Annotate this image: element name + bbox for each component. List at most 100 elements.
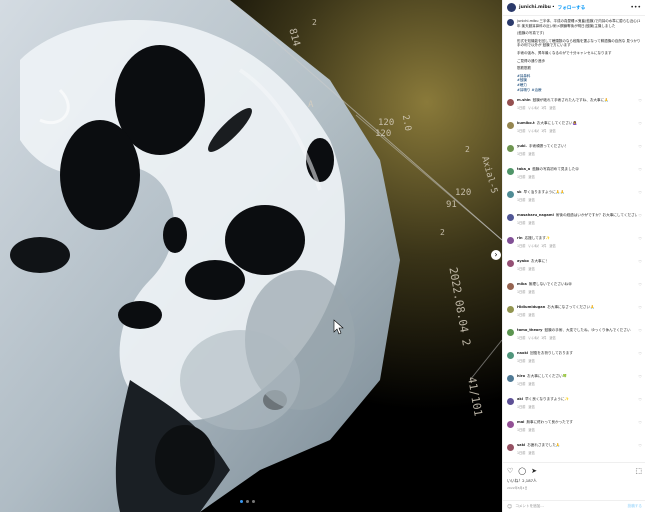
heart-icon[interactable]: ♡ [637, 190, 642, 195]
post-username[interactable]: junichi.mibu [519, 5, 551, 10]
more-options-icon[interactable]: ••• [630, 4, 641, 11]
comment-username[interactable]: naoki [517, 351, 528, 355]
comment-username[interactable]: m.shin [517, 98, 531, 102]
avatar[interactable] [507, 191, 514, 199]
avatar[interactable] [507, 99, 514, 107]
avatar[interactable] [507, 421, 514, 429]
comment-meta[interactable]: 1日前 [517, 152, 525, 156]
heart-icon[interactable]: ♡ [637, 305, 642, 310]
post-image[interactable]: 814 2 A 120 120 2.0 2 Axial-5 120 91 2 2… [0, 0, 502, 512]
heart-icon[interactable]: ♡ [637, 98, 642, 103]
avatar[interactable] [507, 306, 514, 314]
comment-meta[interactable]: 返信 [549, 106, 555, 110]
heart-icon[interactable]: ♡ [637, 167, 642, 172]
comment-username[interactable]: mai [517, 420, 524, 424]
avatar[interactable] [507, 375, 514, 383]
heart-icon[interactable]: ♡ [637, 443, 642, 448]
heart-icon[interactable]: ♡ [637, 213, 642, 218]
emoji-icon[interactable]: ☺ [507, 504, 512, 510]
heart-icon[interactable]: ♡ [637, 144, 642, 149]
comment-meta[interactable]: 1日前 [517, 428, 525, 432]
comment-meta[interactable]: 返信 [528, 428, 534, 432]
comment-meta[interactable]: 1日前 [517, 244, 525, 248]
add-comment-input[interactable]: コメントを追加... [515, 504, 544, 509]
heart-icon[interactable]: ♡ [637, 420, 642, 425]
comment-meta[interactable]: いいね！1件 [528, 244, 546, 248]
comment-meta[interactable]: 1日前 [517, 221, 525, 225]
heart-icon[interactable]: ♡ [637, 282, 642, 287]
comment-username[interactable]: aki [517, 397, 523, 401]
comment-meta[interactable]: 返信 [528, 267, 534, 271]
comment-meta[interactable]: 返信 [549, 244, 555, 248]
comment-meta[interactable]: 1日前 [517, 106, 525, 110]
comment-meta[interactable]: 返信 [528, 198, 534, 202]
comment-meta[interactable]: 返信 [528, 152, 534, 156]
comment-meta[interactable]: いいね！1件 [528, 106, 546, 110]
heart-icon[interactable]: ♡ [637, 397, 642, 402]
comment-meta[interactable]: 返信 [528, 359, 534, 363]
avatar[interactable] [507, 19, 514, 26]
comment-username[interactable]: mika [517, 282, 527, 286]
avatar[interactable] [507, 329, 514, 337]
comment-username[interactable]: ayako [517, 259, 529, 263]
comment-meta[interactable]: 返信 [528, 290, 534, 294]
comment-icon[interactable]: ◯ [518, 467, 526, 475]
comment-username[interactable]: Hidlumidugan [517, 305, 545, 309]
likes-count[interactable]: いいね！2,187人 [507, 478, 642, 484]
heart-icon[interactable]: ♡ [637, 328, 642, 333]
heart-icon[interactable]: ♡ [637, 351, 642, 356]
avatar[interactable] [507, 260, 514, 268]
next-image-button[interactable]: › [491, 250, 501, 260]
bookmark-icon[interactable]: ⬚ [635, 467, 642, 475]
comment-username[interactable]: yuki. [517, 144, 527, 148]
comment-meta[interactable]: 1日前 [517, 451, 525, 455]
comment-meta[interactable]: いいね！1件 [528, 129, 546, 133]
follow-button[interactable]: フォローする [558, 5, 586, 11]
comments-feed[interactable]: junichi.mibu 三半体、平成の真昼睡メ鬼畜(鼓膜)で内耳の水準に膨らむ… [503, 15, 645, 462]
avatar[interactable] [507, 444, 514, 452]
avatar[interactable] [507, 237, 514, 245]
hashtag[interactable]: #耳鳴り #治療 [517, 88, 642, 93]
comment-username[interactable]: rin [517, 236, 523, 240]
comment-meta[interactable]: 1日前 [517, 313, 525, 317]
avatar[interactable] [507, 145, 514, 153]
comment-meta[interactable]: 返信 [549, 336, 555, 340]
comment-username[interactable]: masaharu_nagami [517, 213, 554, 217]
heart-icon[interactable]: ♡ [637, 374, 642, 379]
comment-meta[interactable]: 返信 [528, 221, 534, 225]
comment-username[interactable]: tomo_theory [517, 328, 543, 332]
avatar[interactable] [507, 214, 514, 222]
comment-meta[interactable]: 1日前 [517, 359, 525, 363]
heart-icon[interactable]: ♡ [507, 467, 513, 475]
comment-meta[interactable]: 返信 [528, 451, 534, 455]
comment-meta[interactable]: 返信 [528, 405, 534, 409]
heart-icon[interactable]: ♡ [637, 259, 642, 264]
comment-username[interactable]: taka_a [517, 167, 530, 171]
avatar[interactable] [507, 352, 514, 360]
comment-username[interactable]: kumiko.t [517, 121, 535, 125]
avatar[interactable] [507, 122, 514, 130]
comment-meta[interactable]: 1日前 [517, 382, 525, 386]
comment-meta[interactable]: 1日前 [517, 405, 525, 409]
avatar[interactable] [507, 3, 516, 12]
comment-username[interactable]: hiro [517, 374, 525, 378]
heart-icon[interactable]: ♡ [637, 236, 642, 241]
heart-icon[interactable]: ♡ [637, 121, 642, 126]
avatar[interactable] [507, 168, 514, 176]
comment-username[interactable]: saki [517, 443, 525, 447]
comment-meta[interactable]: 返信 [528, 175, 534, 179]
comment-meta[interactable]: 1日前 [517, 290, 525, 294]
comment-meta[interactable]: 返信 [528, 382, 534, 386]
avatar[interactable] [507, 398, 514, 406]
comment-meta[interactable]: 1日前 [517, 198, 525, 202]
comment-meta[interactable]: いいね！1件 [528, 336, 546, 340]
comment-meta[interactable]: 1日前 [517, 267, 525, 271]
comment-username[interactable]: sk [517, 190, 522, 194]
post-comment-button[interactable]: 投稿する [628, 504, 642, 509]
share-icon[interactable]: ➤ [531, 467, 537, 475]
comment-meta[interactable]: 返信 [549, 129, 555, 133]
avatar[interactable] [507, 283, 514, 291]
comment-meta[interactable]: 1日前 [517, 129, 525, 133]
comment-meta[interactable]: 1日前 [517, 336, 525, 340]
comment-meta[interactable]: 返信 [528, 313, 534, 317]
